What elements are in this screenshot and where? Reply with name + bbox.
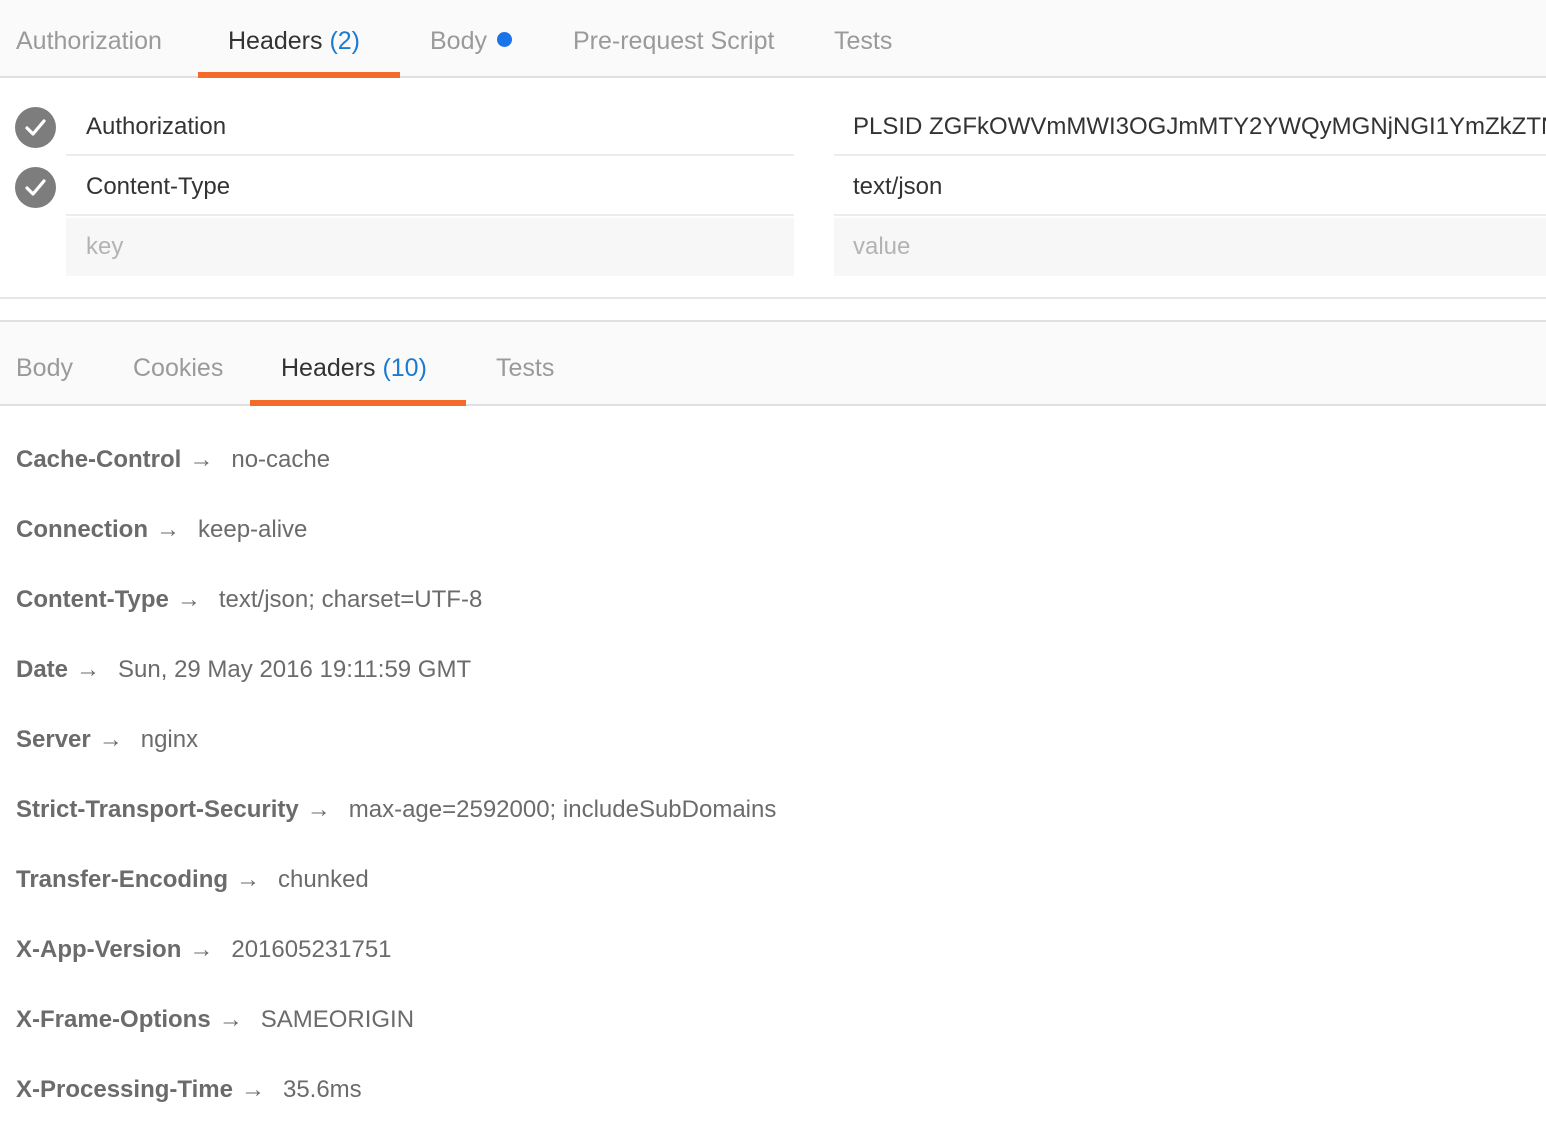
new-header-value-input[interactable] <box>834 218 1546 276</box>
response-header-value: Sun, 29 May 2016 19:11:59 GMT <box>118 656 472 683</box>
new-header-key-input[interactable] <box>66 218 794 276</box>
response-header-row: Connection → keep-alive <box>16 506 776 576</box>
response-header-value: chunked <box>278 866 369 893</box>
checkmark-icon <box>25 179 46 196</box>
request-header-row: Content-Type text/json <box>0 158 1546 218</box>
response-header-key: Transfer-Encoding <box>16 866 229 893</box>
arrow-right-icon: → <box>76 656 101 683</box>
arrow-right-icon: → <box>306 796 331 823</box>
tab-label: Headers <box>281 354 376 382</box>
tab-tests[interactable]: Tests <box>834 0 892 76</box>
tab-label: Body <box>430 27 487 55</box>
response-header-key: Connection <box>16 516 148 543</box>
new-header-row <box>0 218 1546 278</box>
tab-label: Tests <box>834 27 893 55</box>
response-header-value: 35.6ms <box>282 1076 362 1103</box>
tab-count: (2) <box>329 27 361 55</box>
response-header-key: Date <box>16 656 69 683</box>
response-header-key: Strict-Transport-Security <box>16 796 299 823</box>
arrow-right-icon: → <box>189 936 214 963</box>
response-header-row: Date → Sun, 29 May 2016 19:11:59 GMT <box>16 646 776 716</box>
header-value-field[interactable]: PLSID ZGFkOWVmMWI3OGJmMTY2YWQyMGNjNGI1Ym… <box>834 98 1546 156</box>
tab-label: Headers <box>228 27 323 55</box>
response-header-key: X-App-Version <box>16 936 182 963</box>
header-value-field[interactable]: text/json <box>834 158 1546 216</box>
response-header-key: X-Frame-Options <box>16 1006 211 1033</box>
response-header-value: nginx <box>140 726 199 753</box>
arrow-right-icon: → <box>176 586 201 613</box>
response-header-row: Cache-Control → no-cache <box>16 436 776 506</box>
header-enabled-checkbox[interactable] <box>15 107 56 148</box>
tab-headers[interactable]: Headers (2) <box>228 0 360 76</box>
tab-label: Tests <box>496 354 555 382</box>
request-tab-bar: Authorization Headers (2) Body Pre-reque… <box>0 0 1546 78</box>
section-divider <box>0 297 1546 299</box>
response-tab-bar: Body Cookies Headers (10) Tests <box>0 320 1546 406</box>
body-modified-dot-icon <box>496 32 512 47</box>
checkmark-icon <box>25 119 46 136</box>
arrow-right-icon: → <box>218 1006 243 1033</box>
response-header-value: max-age=2592000; includeSubDomains <box>348 796 777 823</box>
tab-pre-request-script[interactable]: Pre-request Script <box>573 0 774 76</box>
response-header-row: Strict-Transport-Security → max-age=259200… <box>16 786 776 856</box>
response-header-value: text/json; charset=UTF-8 <box>218 586 483 613</box>
tab-response-body[interactable]: Body <box>16 322 73 404</box>
response-header-key: X-Processing-Time <box>16 1076 233 1103</box>
header-key-field[interactable]: Authorization <box>66 98 794 156</box>
response-header-value: no-cache <box>231 446 331 473</box>
header-key-field[interactable]: Content-Type <box>66 158 794 216</box>
tab-label: Cookies <box>133 354 224 382</box>
response-header-value: 201605231751 <box>231 936 392 963</box>
response-header-value: keep-alive <box>198 516 308 543</box>
response-header-row: Server → nginx <box>16 716 776 786</box>
tab-response-tests[interactable]: Tests <box>496 322 554 404</box>
arrow-right-icon: → <box>240 1076 265 1103</box>
arrow-right-icon: → <box>236 866 261 893</box>
response-header-key: Server <box>16 726 91 753</box>
tab-cookies[interactable]: Cookies <box>133 322 223 404</box>
active-tab-indicator <box>198 72 400 78</box>
response-header-row: X-Frame-Options → SAMEORIGIN <box>16 996 776 1066</box>
response-header-row: Transfer-Encoding → chunked <box>16 856 776 926</box>
response-headers-list: Cache-Control → no-cache Connection → keep-a… <box>16 436 776 1136</box>
arrow-right-icon: → <box>156 516 180 543</box>
response-header-row: X-App-Version → 201605231751 <box>16 926 776 996</box>
tab-response-headers[interactable]: Headers (10) <box>281 322 427 404</box>
tab-count: (10) <box>382 354 427 382</box>
arrow-right-icon: → <box>189 446 214 473</box>
response-header-value: SAMEORIGIN <box>260 1006 415 1033</box>
response-header-key: Cache-Control <box>16 446 182 473</box>
arrow-right-icon: → <box>98 726 123 753</box>
response-header-row: X-Processing-Time → 35.6ms <box>16 1066 776 1136</box>
tab-label: Pre-request Script <box>573 27 775 55</box>
tab-label: Body <box>16 354 73 382</box>
header-enabled-checkbox[interactable] <box>15 167 56 208</box>
tab-label: Authorization <box>16 27 162 55</box>
response-header-row: Content-Type → text/json; charset=UTF-8 <box>16 576 776 646</box>
tab-authorization[interactable]: Authorization <box>16 0 162 76</box>
request-header-row: Authorization PLSID ZGFkOWVmMWI3OGJmMTY2… <box>0 98 1546 158</box>
response-header-key: Content-Type <box>16 586 169 613</box>
tab-body[interactable]: Body <box>430 0 512 76</box>
active-tab-indicator <box>250 400 466 406</box>
